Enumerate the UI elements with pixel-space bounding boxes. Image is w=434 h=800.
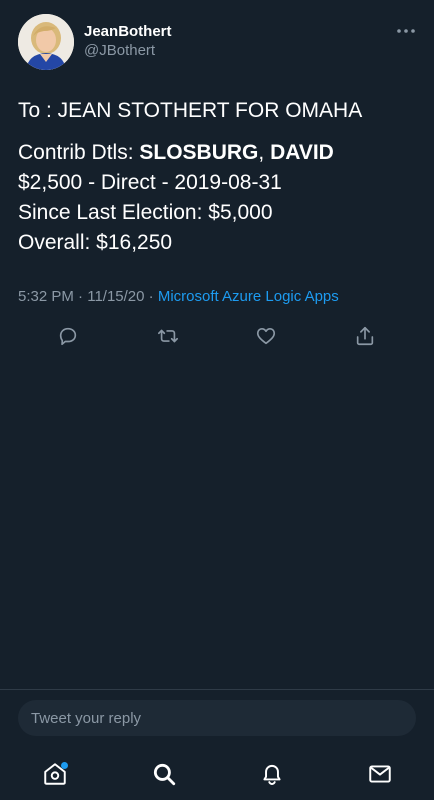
contributor-last-name: SLOSBURG: [139, 141, 259, 164]
home-notification-dot: [61, 762, 68, 769]
tweet-text: To : JEAN STOTHERT FOR OMAHA Contrib Dtl…: [18, 96, 420, 258]
tweet-header: JeanBothert @JBothert: [18, 14, 416, 72]
share-icon[interactable]: [350, 321, 380, 351]
tweet-line-contributor: Contrib Dtls: SLOSBURG, DAVID: [18, 138, 420, 168]
meta-separator: ·: [73, 288, 88, 305]
tweet-meta: 5:32 PM · 11/15/20 · Microsoft Azure Log…: [18, 288, 339, 305]
contributor-first-name: DAVID: [270, 141, 334, 164]
bell-icon[interactable]: [256, 758, 288, 790]
tweet-line-since-last-election: Since Last Election: $5,000: [18, 201, 273, 224]
tweet-actions: [0, 321, 434, 351]
search-icon[interactable]: [148, 758, 180, 790]
tweet-source-link[interactable]: Microsoft Azure Logic Apps: [158, 288, 339, 305]
avatar[interactable]: [18, 14, 74, 70]
reply-icon[interactable]: [53, 321, 83, 351]
reply-divider: [0, 689, 434, 690]
more-horizontal-icon[interactable]: [396, 24, 416, 38]
mail-icon[interactable]: [364, 758, 396, 790]
author-info[interactable]: JeanBothert @JBothert: [84, 23, 172, 61]
meta-separator: ·: [144, 288, 158, 305]
contrib-separator: ,: [258, 141, 271, 164]
bottom-nav: [0, 750, 434, 800]
tweet-time: 5:32 PM: [18, 288, 74, 305]
tweet-date: 11/15/20: [87, 288, 145, 305]
tweet-line-amount: $2,500 - Direct - 2019-08-31: [18, 171, 282, 194]
contrib-prefix: Contrib Dtls:: [18, 141, 140, 164]
home-icon[interactable]: [39, 758, 71, 790]
author-display-name: JeanBothert: [84, 23, 172, 40]
tweet-line-overall: Overall: $16,250: [18, 231, 173, 254]
retweet-icon[interactable]: [153, 321, 183, 351]
heart-icon[interactable]: [251, 321, 281, 351]
tweet-line-recipient: To : JEAN STOTHERT FOR OMAHA: [18, 99, 363, 122]
reply-input[interactable]: [18, 700, 416, 736]
tweet-detail-screen: JeanBothert @JBothert To : JEAN STOTHERT…: [0, 0, 434, 800]
author-handle: @JBothert: [84, 42, 156, 59]
